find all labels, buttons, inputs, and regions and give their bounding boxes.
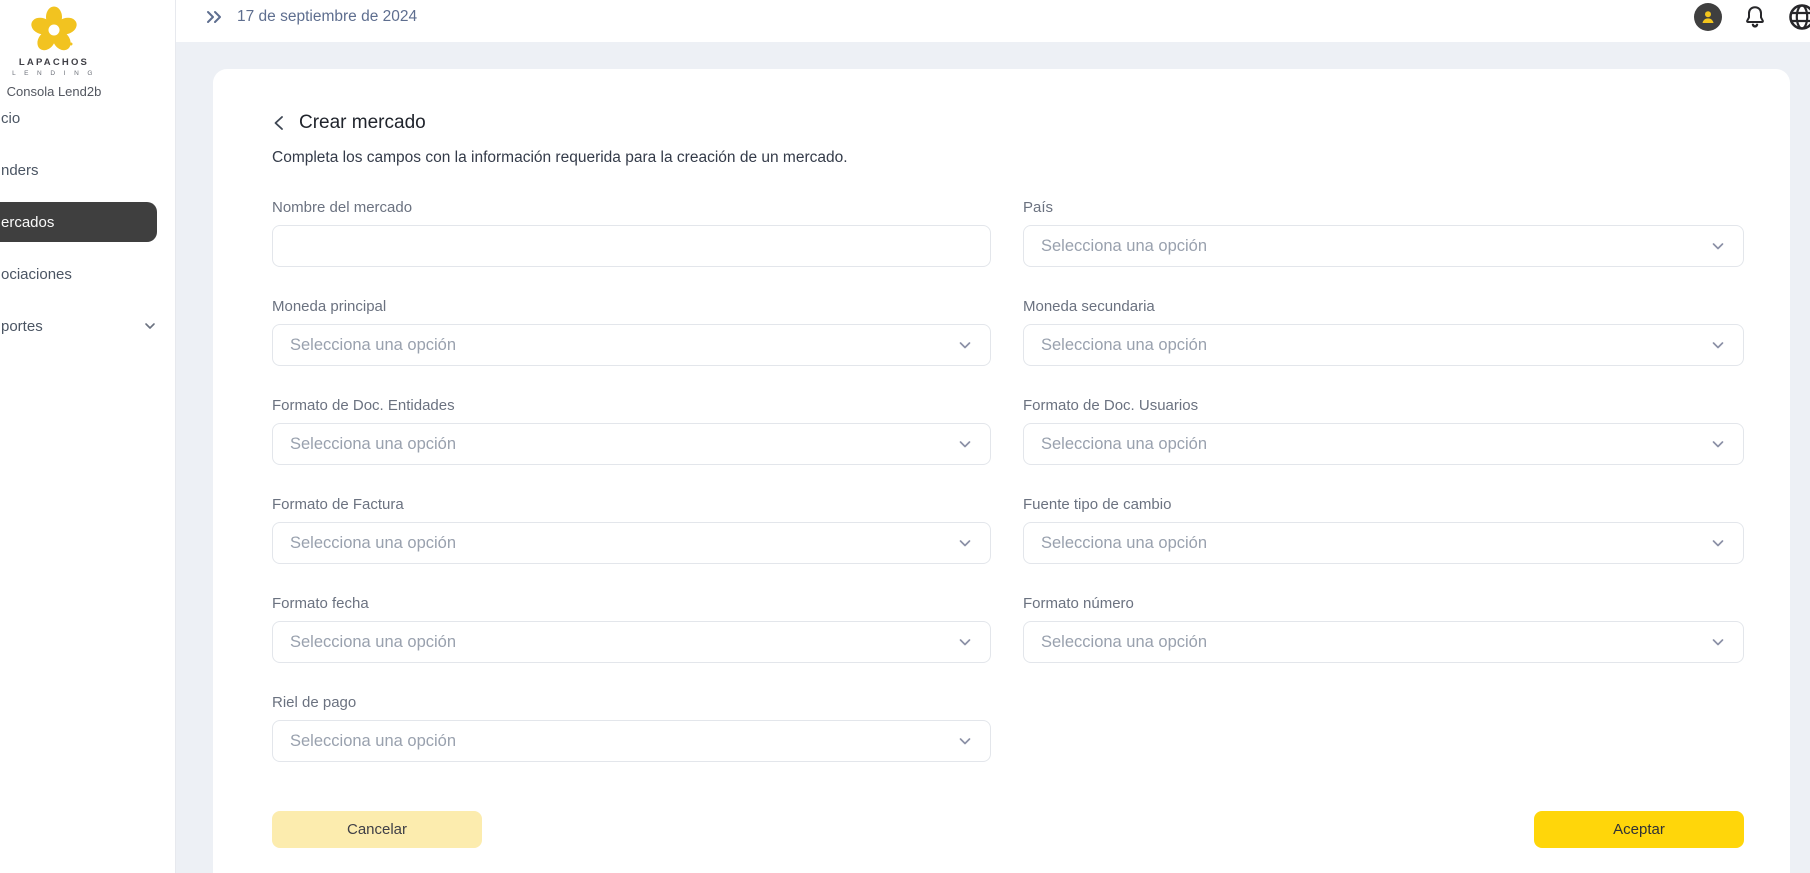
nombre-del-mercado-input[interactable] — [272, 225, 991, 267]
field-fuente-tipo-cambio: Fuente tipo de cambio Selecciona una opc… — [1023, 496, 1744, 564]
select-placeholder: Selecciona una opción — [1041, 632, 1208, 651]
sidebar-item-label: portes — [1, 317, 43, 335]
field-nombre-del-mercado: Nombre del mercado — [272, 199, 991, 267]
formato-doc-usuarios-select[interactable]: Selecciona una opción — [1023, 423, 1744, 465]
user-icon — [1702, 10, 1714, 23]
chevron-down-icon — [957, 436, 973, 452]
brand-logo: LAPACHOS L E N D I N G Consola Lend2b — [0, 6, 108, 99]
page-title: Crear mercado — [299, 112, 426, 133]
cancel-button[interactable]: Cancelar — [272, 811, 482, 848]
chevron-down-icon — [957, 337, 973, 353]
sidebar-nav: cio nders ercados ociaciones portes — [0, 98, 175, 358]
field-label: País — [1023, 199, 1054, 216]
sidebar-item-inicio[interactable]: cio — [0, 98, 175, 138]
fuente-tipo-cambio-select[interactable]: Selecciona una opción — [1023, 522, 1744, 564]
lapachos-flower-icon — [31, 6, 77, 51]
select-placeholder: Selecciona una opción — [290, 533, 457, 552]
field-formato-doc-usuarios: Formato de Doc. Usuarios Selecciona una … — [1023, 397, 1744, 465]
field-label: Moneda principal — [272, 298, 387, 315]
field-moneda-principal: Moneda principal Selecciona una opción — [272, 298, 991, 366]
field-formato-doc-entidades: Formato de Doc. Entidades Selecciona una… — [272, 397, 991, 465]
chevron-down-icon — [957, 535, 973, 551]
sidebar-item-reportes[interactable]: portes — [0, 306, 175, 346]
sidebar-item-label: ociaciones — [1, 265, 72, 283]
select-placeholder: Selecciona una opción — [290, 335, 457, 354]
moneda-secundaria-select[interactable]: Selecciona una opción — [1023, 324, 1744, 366]
field-label: Formato de Doc. Entidades — [272, 397, 455, 414]
sidebar-item-lenders[interactable]: nders — [0, 150, 175, 190]
back-button[interactable] — [272, 115, 285, 131]
chevron-down-icon — [1710, 238, 1726, 254]
chevron-down-icon — [143, 319, 157, 333]
sidebar-item-label: ercados — [1, 213, 55, 231]
chevron-down-icon — [1710, 337, 1726, 353]
field-label: Nombre del mercado — [272, 199, 413, 216]
brand-name: LAPACHOS — [18, 57, 90, 68]
select-placeholder: Selecciona una opción — [290, 632, 457, 651]
chevron-down-icon — [957, 733, 973, 749]
page-subtitle: Completa los campos con la información r… — [272, 149, 848, 166]
sidebar: LAPACHOS L E N D I N G Consola Lend2b ci… — [0, 0, 176, 873]
field-moneda-secundaria: Moneda secundaria Selecciona una opción — [1023, 298, 1744, 366]
chevron-left-icon — [274, 116, 283, 130]
select-placeholder: Selecciona una opción — [290, 434, 457, 453]
user-avatar[interactable] — [1694, 2, 1722, 31]
field-formato-fecha: Formato fecha Selecciona una opción — [272, 595, 991, 663]
chevron-down-icon — [1710, 436, 1726, 452]
formato-doc-entidades-select[interactable]: Selecciona una opción — [272, 423, 991, 465]
field-pais: País Selecciona una opción — [1023, 199, 1744, 267]
create-market-card: Crear mercado Completa los campos con la… — [213, 69, 1790, 873]
select-placeholder: Selecciona una opción — [1041, 236, 1208, 255]
field-label: Formato de Doc. Usuarios — [1023, 397, 1199, 414]
field-label: Formato fecha — [272, 595, 369, 612]
topbar: 17 de septiembre de 2024 — [176, 0, 1810, 42]
field-label: Fuente tipo de cambio — [1023, 496, 1172, 513]
sidebar-item-asociaciones[interactable]: ociaciones — [0, 254, 175, 294]
formato-factura-select[interactable]: Selecciona una opción — [272, 522, 991, 564]
notifications-bell-icon[interactable] — [1742, 4, 1768, 30]
language-globe-icon[interactable] — [1788, 3, 1810, 31]
select-placeholder: Selecciona una opción — [290, 731, 457, 750]
sidebar-expand-icon[interactable] — [205, 8, 224, 26]
field-label: Formato de Factura — [272, 496, 404, 513]
field-label: Moneda secundaria — [1023, 298, 1155, 315]
select-placeholder: Selecciona una opción — [1041, 434, 1208, 453]
sidebar-item-mercados[interactable]: ercados — [0, 202, 157, 242]
form-actions: Cancelar Aceptar — [272, 811, 1744, 848]
select-placeholder: Selecciona una opción — [1041, 533, 1208, 552]
field-label: Formato número — [1023, 595, 1134, 612]
select-placeholder: Selecciona una opción — [1041, 335, 1208, 354]
create-market-form: Nombre del mercado País Selecciona una o… — [272, 199, 1744, 762]
accept-button[interactable]: Aceptar — [1534, 811, 1744, 848]
formato-fecha-select[interactable]: Selecciona una opción — [272, 621, 991, 663]
field-label: Riel de pago — [272, 694, 357, 711]
moneda-principal-select[interactable]: Selecciona una opción — [272, 324, 991, 366]
pais-select[interactable]: Selecciona una opción — [1023, 225, 1744, 267]
field-formato-numero: Formato número Selecciona una opción — [1023, 595, 1744, 663]
brand-tagline: L E N D I N G — [12, 70, 96, 77]
console-name: Consola Lend2b — [6, 84, 102, 99]
formato-numero-select[interactable]: Selecciona una opción — [1023, 621, 1744, 663]
sidebar-item-label: nders — [1, 161, 39, 179]
field-riel-de-pago: Riel de pago Selecciona una opción — [272, 694, 991, 762]
sidebar-item-label: cio — [1, 109, 21, 127]
field-formato-factura: Formato de Factura Selecciona una opción — [272, 496, 991, 564]
chevron-down-icon — [957, 634, 973, 650]
content-area: Crear mercado Completa los campos con la… — [176, 42, 1810, 873]
chevron-down-icon — [1710, 634, 1726, 650]
current-date: 17 de septiembre de 2024 — [237, 7, 418, 25]
chevron-down-icon — [1710, 535, 1726, 551]
riel-de-pago-select[interactable]: Selecciona una opción — [272, 720, 991, 762]
